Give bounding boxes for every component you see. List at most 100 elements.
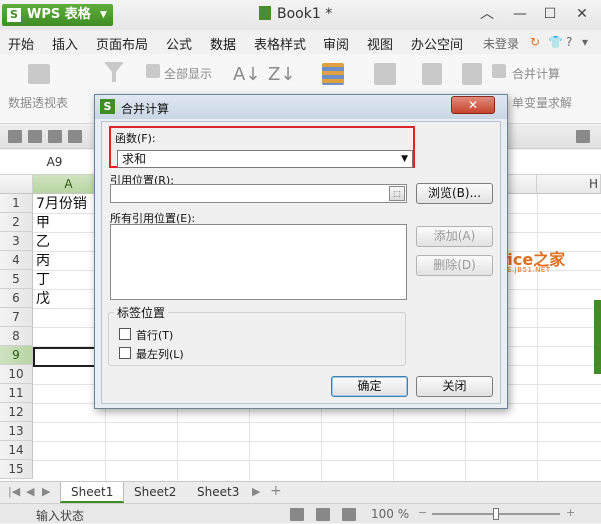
delete-button[interactable]: 删除(D): [416, 255, 493, 276]
cell-a3[interactable]: 乙: [36, 233, 50, 252]
tab-view[interactable]: 视图: [367, 34, 393, 53]
tab-review[interactable]: 审阅: [323, 34, 349, 53]
login-link[interactable]: 未登录: [483, 35, 519, 52]
show-all-icon: [146, 64, 160, 78]
cell-a4[interactable]: 丙: [36, 252, 50, 271]
cell-a2[interactable]: 甲: [36, 214, 50, 233]
browse-button[interactable]: 浏览(B)...: [416, 183, 493, 204]
function-highlight-box: 函数(F): 求和 ▼: [109, 126, 415, 168]
row-header[interactable]: 8: [0, 327, 33, 346]
dialog-title: 合并计算: [121, 102, 170, 116]
page-break-view-icon[interactable]: [342, 508, 356, 521]
row-header[interactable]: 13: [0, 422, 33, 441]
row-header[interactable]: 11: [0, 384, 33, 403]
normal-view-icon[interactable]: [290, 508, 304, 521]
all-references-list[interactable]: [110, 224, 407, 300]
pivot-table-button[interactable]: 数据透视表: [8, 94, 68, 111]
row-header[interactable]: 5: [0, 270, 33, 289]
sheet-tabs-bar: |◀ ◀ ▶ Sheet1 Sheet2 Sheet3 ▶ +: [0, 481, 601, 503]
row-header[interactable]: 3: [0, 232, 33, 251]
ok-button[interactable]: 确定: [331, 376, 408, 397]
shirt-icon[interactable]: 👕: [548, 35, 563, 49]
prev-sheet-icon[interactable]: ◀: [26, 485, 34, 498]
function-label: 函数(F):: [115, 132, 156, 145]
single-variable-button[interactable]: 单变量求解: [512, 94, 572, 111]
cell-a1[interactable]: 7月份销: [36, 195, 87, 214]
first-sheet-icon[interactable]: |◀: [8, 485, 20, 498]
fill-icon[interactable]: [462, 63, 482, 85]
scroll-right-icon[interactable]: ▶: [252, 485, 260, 498]
row-header[interactable]: 4: [0, 251, 33, 270]
zoom-slider-thumb[interactable]: [493, 508, 499, 520]
row-header-selected[interactable]: 9: [0, 346, 33, 365]
column-header-h[interactable]: H: [537, 175, 601, 194]
document-title-text: Book1 *: [277, 6, 333, 22]
sheet-tab-1[interactable]: Sheet1: [60, 482, 125, 503]
row-header[interactable]: 14: [0, 441, 33, 460]
tab-insert[interactable]: 插入: [52, 34, 78, 53]
first-row-checkbox[interactable]: [119, 328, 131, 340]
highlight-duplicates-icon[interactable]: [322, 63, 344, 85]
split-column-icon[interactable]: [422, 63, 442, 85]
add-button[interactable]: 添加(A): [416, 226, 493, 247]
tab-home[interactable]: 开始: [8, 34, 34, 53]
label-position-title: 标签位置: [114, 304, 169, 321]
preview-icon[interactable]: [68, 130, 82, 143]
show-all-button[interactable]: 全部显示: [164, 65, 212, 82]
sort-ascending-icon[interactable]: A↓: [233, 64, 260, 85]
cancel-button[interactable]: 关闭: [416, 376, 493, 397]
row-header[interactable]: 6: [0, 289, 33, 308]
left-column-label: 最左列(L): [136, 348, 184, 361]
side-panel-toggle[interactable]: [594, 300, 601, 374]
sort-descending-icon[interactable]: Z↓: [268, 64, 295, 85]
dialog-title-bar[interactable]: S 合并计算 ✕: [95, 95, 507, 119]
first-row-label: 首行(T): [136, 329, 174, 342]
add-sheet-icon[interactable]: +: [270, 483, 282, 499]
grid-line: [33, 441, 601, 442]
title-bar: S WPS 表格 ▼ Book1 * ︿ — ☐ ✕: [0, 0, 601, 30]
settings-icon[interactable]: [576, 130, 590, 143]
refresh-icon[interactable]: ↻: [530, 35, 540, 49]
save-icon[interactable]: [28, 130, 42, 143]
help-icon[interactable]: ?: [566, 35, 572, 49]
zoom-in-icon[interactable]: +: [566, 506, 575, 519]
new-icon[interactable]: [8, 130, 22, 143]
merge-calc-button[interactable]: 合并计算: [512, 65, 560, 82]
tab-table-style[interactable]: 表格样式: [254, 34, 306, 53]
sheet-tab-3[interactable]: Sheet3: [187, 482, 249, 503]
tab-data[interactable]: 数据: [210, 34, 236, 53]
function-select[interactable]: 求和 ▼: [117, 150, 413, 168]
dialog-body: 函数(F): 求和 ▼ 引用位置(R): ⬚ 浏览(B)... 所有引用位置(E…: [101, 121, 501, 404]
zoom-level: 100 %: [371, 507, 410, 521]
data-validity-icon[interactable]: [374, 63, 396, 85]
grid-line: [33, 422, 601, 423]
minimize-icon[interactable]: —: [510, 5, 530, 23]
next-sheet-icon[interactable]: ▶: [42, 485, 50, 498]
row-header[interactable]: 1: [0, 194, 33, 213]
tab-formulas[interactable]: 公式: [166, 34, 192, 53]
row-header[interactable]: 15: [0, 460, 33, 479]
range-picker-icon[interactable]: ⬚: [389, 186, 405, 201]
tab-office-space[interactable]: 办公空间: [411, 34, 463, 53]
row-header[interactable]: 7: [0, 308, 33, 327]
zoom-out-icon[interactable]: −: [418, 506, 427, 519]
print-icon[interactable]: [48, 130, 62, 143]
sheet-tab-2[interactable]: Sheet2: [124, 482, 186, 503]
row-header[interactable]: 2: [0, 213, 33, 232]
close-window-icon[interactable]: ✕: [572, 5, 592, 23]
dialog-close-button[interactable]: ✕: [451, 96, 495, 114]
cell-a5[interactable]: 丁: [36, 271, 50, 290]
row-header[interactable]: 10: [0, 365, 33, 384]
reference-input[interactable]: ⬚: [110, 184, 407, 203]
cell-a6[interactable]: 戊: [36, 290, 50, 309]
page-layout-view-icon[interactable]: [316, 508, 330, 521]
tab-page-layout[interactable]: 页面布局: [96, 34, 148, 53]
left-column-checkbox[interactable]: [119, 347, 131, 359]
wps-logo-icon: S: [100, 99, 115, 114]
row-header[interactable]: 12: [0, 403, 33, 422]
maximize-icon[interactable]: ☐: [540, 5, 560, 23]
wps-app-menu-button[interactable]: S WPS 表格 ▼: [2, 4, 113, 26]
chevron-down-icon[interactable]: ▾: [582, 35, 588, 49]
collapse-ribbon-icon[interactable]: ︿: [477, 5, 497, 23]
select-all-corner[interactable]: [0, 175, 33, 194]
